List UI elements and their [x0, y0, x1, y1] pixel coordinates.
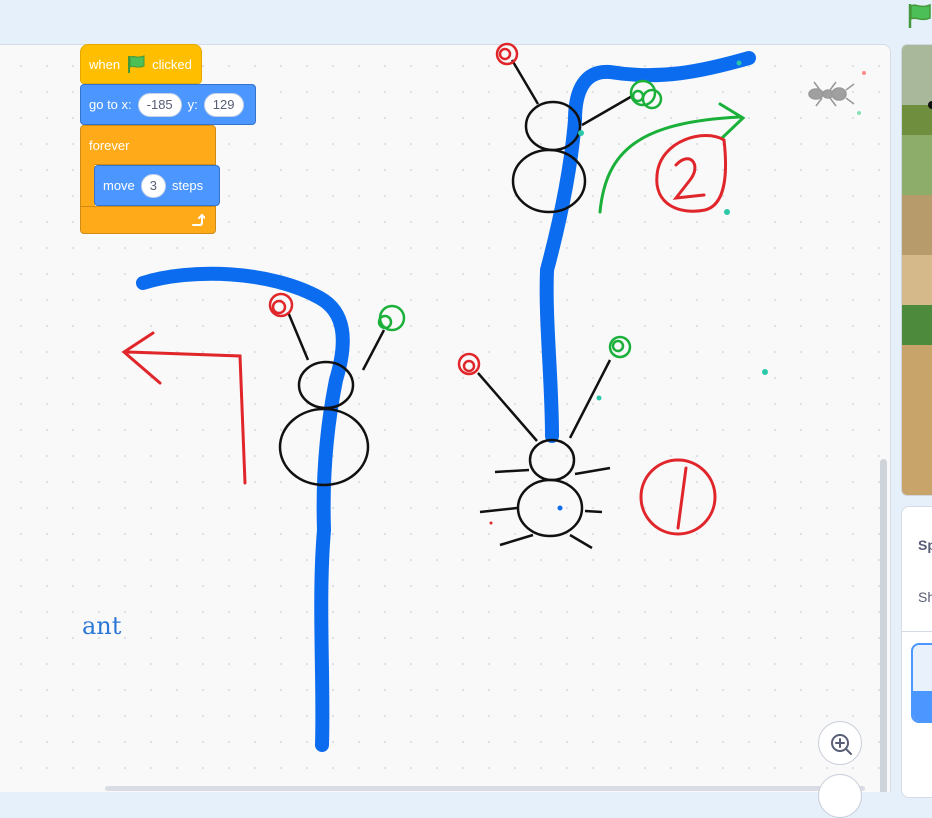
forever-block[interactable]: forever: [80, 125, 216, 165]
sprite-info-panel: Sp Sh: [901, 506, 932, 798]
hat-clicked-label: clicked: [152, 56, 192, 72]
forever-arm: [80, 164, 95, 208]
go-to-xy-block[interactable]: go to x: -185 y: 129: [80, 84, 256, 125]
goto-y-input[interactable]: 129: [203, 92, 244, 117]
move-steps-block[interactable]: move 3 steps: [94, 165, 220, 206]
move-steps-input[interactable]: 3: [140, 173, 167, 198]
goto-x-input[interactable]: -185: [137, 92, 182, 117]
ant-sprite-icon: [808, 71, 866, 115]
forever-label: forever: [89, 137, 130, 153]
goto-label: go to x:: [89, 97, 132, 112]
hat-when-label: when: [89, 56, 121, 72]
panel-divider: [902, 631, 932, 632]
zoom-in-icon: [831, 734, 852, 755]
move-label: move: [103, 178, 135, 193]
stage-preview[interactable]: [901, 44, 932, 496]
red-arrow-left: [121, 331, 247, 485]
circle-two: [655, 134, 727, 213]
green-flag-icon: [128, 55, 145, 73]
steps-label: steps: [172, 178, 204, 193]
zoom-out-button[interactable]: [818, 774, 862, 818]
blue-path-left: [136, 266, 350, 752]
stage-backdrop-image: [902, 45, 932, 495]
show-label: Sh: [918, 589, 932, 605]
sprite-label: Sp: [918, 537, 932, 553]
goto-y-label: y:: [187, 97, 198, 112]
zoom-in-button[interactable]: [818, 721, 862, 765]
ant-comment-text: ant: [82, 612, 122, 640]
forever-block-end: [80, 206, 216, 234]
when-flag-clicked-block[interactable]: when clicked: [80, 44, 202, 84]
sprite-thumbnail[interactable]: [911, 643, 932, 723]
loop-arrow-icon: [192, 213, 205, 226]
